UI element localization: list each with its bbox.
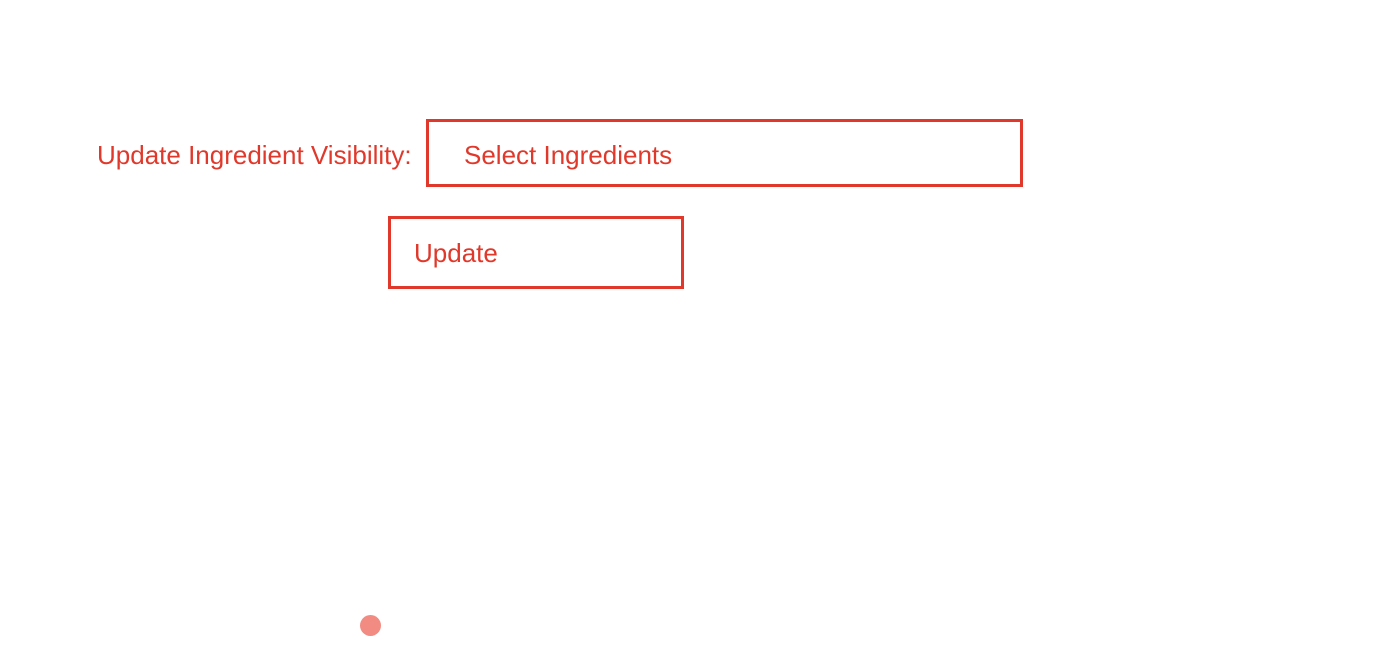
cursor-dot-icon bbox=[360, 615, 381, 636]
select-ingredients-dropdown[interactable]: Select Ingredients bbox=[426, 119, 1023, 187]
select-ingredients-placeholder: Select Ingredients bbox=[464, 140, 673, 170]
update-button[interactable]: Update bbox=[388, 216, 684, 289]
update-button-label: Update bbox=[414, 238, 498, 268]
ingredient-visibility-label: Update Ingredient Visibility: bbox=[97, 140, 412, 170]
